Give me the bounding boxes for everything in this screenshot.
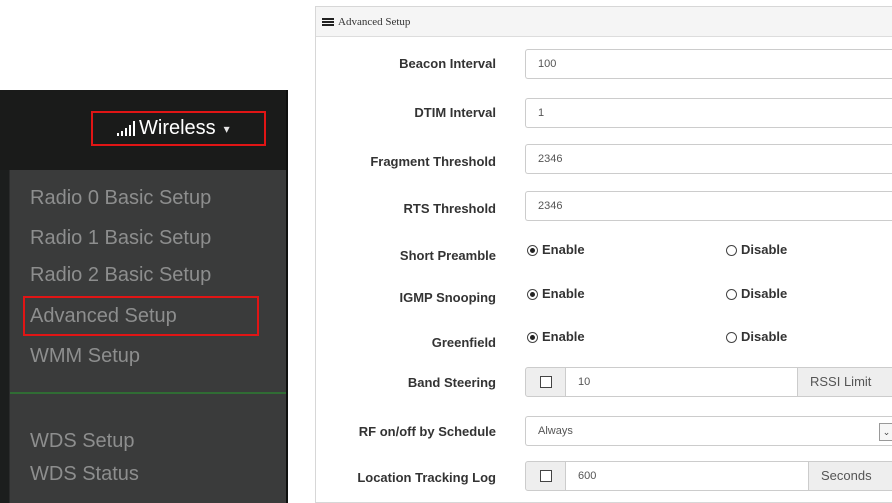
location-tracking-group: 600 Seconds [525,461,892,491]
igmp-snooping-label: IGMP Snooping [399,290,496,305]
wireless-menu-button[interactable]: Wireless ▾ [91,111,266,146]
igmp-snooping-disable-radio[interactable]: Disable [726,279,787,309]
chevron-down-icon: ⌄ [879,423,892,441]
rts-threshold-input[interactable]: 2346 [525,191,892,221]
wireless-label: Wireless [139,117,216,139]
row-rts-threshold: RTS Threshold 2346 [316,191,892,221]
advanced-setup-highlight [23,296,259,336]
menu-divider [10,392,287,394]
menu-item-wds-status[interactable]: WDS Status [30,457,139,491]
beacon-interval-label: Beacon Interval [399,56,496,71]
short-preamble-enable-radio[interactable]: Enable [527,235,585,265]
dtim-interval-input[interactable]: 1 [525,98,892,128]
row-igmp-snooping: IGMP Snooping Enable Disable [316,279,892,309]
row-greenfield: Greenfield Enable Disable [316,322,892,352]
radio-selected-icon [527,288,538,300]
menu-item-wmm-setup[interactable]: WMM Setup [30,339,140,373]
row-location-tracking: Location Tracking Log 600 Seconds [316,461,892,491]
menu-item-radio0[interactable]: Radio 0 Basic Setup [30,181,211,215]
enable-label: Enable [542,242,585,257]
advanced-setup-panel: Advanced Setup Beacon Interval 100 DTIM … [315,6,892,503]
short-preamble-disable-radio[interactable]: Disable [726,235,787,265]
rf-schedule-value: Always [538,425,573,437]
fragment-threshold-input[interactable]: 2346 [525,144,892,174]
band-steering-label: Band Steering [407,375,496,390]
panel-title: Advanced Setup [338,15,411,28]
menu-item-wds-setup[interactable]: WDS Setup [30,424,134,458]
nav-edge [286,90,288,503]
band-steering-checkbox[interactable] [539,376,552,388]
location-tracking-input[interactable]: 600 [565,461,809,491]
location-tracking-checkbox-addon [525,461,566,491]
disable-label: Disable [741,329,788,344]
location-tracking-label: Location Tracking Log [357,470,496,485]
radio-selected-icon [527,244,538,256]
rts-threshold-label: RTS Threshold [403,201,496,216]
nav-header: Wireless ▾ [0,90,286,170]
short-preamble-label: Short Preamble [399,248,496,263]
rssi-limit-addon: RSSI Limit [797,367,892,397]
greenfield-enable-radio[interactable]: Enable [527,322,585,352]
signal-bars-icon [117,121,135,136]
fragment-threshold-label: Fragment Threshold [370,154,496,169]
seconds-addon: Seconds [808,461,892,491]
igmp-snooping-enable-radio[interactable]: Enable [527,279,585,309]
location-tracking-checkbox[interactable] [539,470,552,482]
row-fragment-threshold: Fragment Threshold 2346 [316,144,892,174]
caret-down-icon: ▾ [223,121,230,136]
disable-label: Disable [741,242,788,257]
row-short-preamble: Short Preamble Enable Disable [316,235,892,265]
enable-label: Enable [542,286,585,301]
radio-unselected-icon [726,331,737,343]
row-band-steering: Band Steering 10 RSSI Limit [316,367,892,397]
list-icon [322,17,334,26]
radio-unselected-icon [726,244,737,256]
rssi-limit-input[interactable]: 10 [565,367,798,397]
greenfield-label: Greenfield [431,335,496,350]
row-beacon-interval: Beacon Interval 100 [316,49,892,79]
band-steering-group: 10 RSSI Limit [525,367,892,397]
dtim-interval-label: DTIM Interval [414,105,496,120]
enable-label: Enable [542,329,585,344]
menu-item-radio1[interactable]: Radio 1 Basic Setup [30,221,211,255]
menu-item-radio2[interactable]: Radio 2 Basic Setup [30,258,211,292]
wireless-dropdown: Radio 0 Basic Setup Radio 1 Basic Setup … [9,170,287,503]
greenfield-disable-radio[interactable]: Disable [726,322,787,352]
radio-unselected-icon [726,288,737,300]
row-rf-schedule: RF on/off by Schedule Always ⌄ [316,416,892,446]
panel-header: Advanced Setup [316,7,892,37]
rf-schedule-label: RF on/off by Schedule [358,424,496,439]
beacon-interval-input[interactable]: 100 [525,49,892,79]
disable-label: Disable [741,286,788,301]
band-steering-checkbox-addon [525,367,566,397]
radio-selected-icon [527,331,538,343]
row-dtim-interval: DTIM Interval 1 [316,98,892,128]
wireless-nav: Wireless ▾ Radio 0 Basic Setup Radio 1 B… [0,90,287,503]
rf-schedule-select[interactable]: Always ⌄ [525,416,892,446]
